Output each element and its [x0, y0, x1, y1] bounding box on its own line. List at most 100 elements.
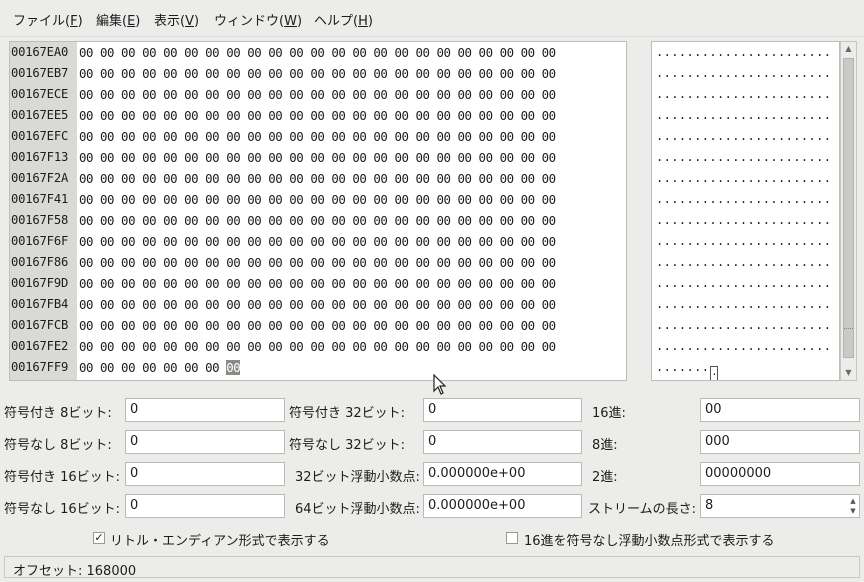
row-offset: 00167F86 [11, 255, 69, 269]
byte-values[interactable]: 00 00 00 00 00 00 00 00 00 00 00 00 00 0… [79, 108, 556, 123]
stream-length-spinner[interactable]: 8 ▲ ▼ [700, 494, 860, 518]
ascii-row[interactable]: ....................... [656, 336, 831, 357]
menu-view[interactable]: 表示(V) [154, 10, 199, 29]
row-offset: 00167ECE [11, 87, 69, 101]
stream-length-value: 8 [705, 498, 714, 513]
signed-32bit-field[interactable]: 0 [423, 398, 582, 422]
menu-file[interactable]: ファイル(F) [13, 10, 83, 29]
row-offset: 00167EE5 [11, 108, 69, 122]
ascii-row[interactable]: ....................... [656, 231, 831, 252]
ascii-row[interactable]: ....................... [656, 252, 831, 273]
float64-label: 64ビット浮動小数点: [295, 502, 420, 517]
byte-values[interactable]: 00 00 00 00 00 00 00 00 00 00 00 00 00 0… [79, 171, 556, 186]
scroll-up-arrow-icon[interactable]: ▲ [841, 42, 856, 56]
byte-values[interactable]: 00 00 00 00 00 00 00 00 00 00 00 00 00 0… [79, 66, 556, 81]
row-bytes[interactable]: 00 00 00 00 00 00 00 00 00 00 00 00 00 0… [79, 231, 556, 252]
vertical-scrollbar[interactable]: ▲ ▼ [840, 41, 857, 381]
ascii-row[interactable]: ....................... [656, 105, 831, 126]
row-bytes[interactable]: 00 00 00 00 00 00 00 00 00 00 00 00 00 0… [79, 210, 556, 231]
ascii-row[interactable]: ....................... [656, 126, 831, 147]
scroll-down-arrow-icon[interactable]: ▼ [841, 366, 856, 380]
byte-values[interactable]: 00 00 00 00 00 00 00 00 00 00 00 00 00 0… [79, 150, 556, 165]
signed-8bit-label: 符号付き 8ビット: [4, 406, 112, 421]
ascii-row[interactable]: ....................... [656, 315, 831, 336]
row-bytes[interactable]: 00 00 00 00 00 00 00 00 00 00 00 00 00 0… [79, 126, 556, 147]
row-bytes[interactable]: 00 00 00 00 00 00 00 00 00 00 00 00 00 0… [79, 273, 556, 294]
float32-label: 32ビット浮動小数点: [295, 470, 420, 485]
binary-field[interactable]: 00000000 [700, 462, 860, 486]
unsigned-32bit-label: 符号なし 32ビット: [289, 438, 406, 453]
ascii-chars[interactable]: ....... [656, 360, 709, 374]
ascii-row[interactable]: ....................... [656, 63, 831, 84]
row-bytes[interactable]: 00 00 00 00 00 00 00 00 [79, 357, 241, 378]
scrollbar-thumb[interactable] [843, 58, 854, 358]
unsigned-hex-float-label[interactable]: 16進を符号なし浮動小数点形式で表示する [524, 530, 775, 549]
octal-field[interactable]: 000 [700, 430, 860, 454]
row-bytes[interactable]: 00 00 00 00 00 00 00 00 00 00 00 00 00 0… [79, 252, 556, 273]
hex-view[interactable]: 00167EA0 00 00 00 00 00 00 00 00 00 00 00… [9, 41, 627, 381]
row-bytes[interactable]: 00 00 00 00 00 00 00 00 00 00 00 00 00 0… [79, 42, 556, 63]
binary-label: 2進: [592, 470, 618, 485]
cursor-byte[interactable]: 00 [226, 360, 241, 375]
ascii-row[interactable]: ....................... [656, 189, 831, 210]
mouse-pointer-icon [433, 374, 447, 395]
unsigned-16bit-field[interactable]: 0 [125, 494, 285, 518]
ascii-row[interactable]: ....................... [656, 42, 831, 63]
row-bytes[interactable]: 00 00 00 00 00 00 00 00 00 00 00 00 00 0… [79, 336, 556, 357]
unsigned-8bit-field[interactable]: 0 [125, 430, 285, 454]
row-bytes[interactable]: 00 00 00 00 00 00 00 00 00 00 00 00 00 0… [79, 63, 556, 84]
row-offset: 00167F2A [11, 171, 69, 185]
ascii-row[interactable]: ........ [656, 357, 719, 380]
status-bar: オフセット: 168000 [4, 556, 860, 579]
little-endian-label[interactable]: リトル・エンディアン形式で表示する [110, 530, 330, 549]
row-bytes[interactable]: 00 00 00 00 00 00 00 00 00 00 00 00 00 0… [79, 168, 556, 189]
ascii-row[interactable]: ....................... [656, 168, 831, 189]
byte-values[interactable]: 00 00 00 00 00 00 00 00 00 00 00 00 00 0… [79, 339, 556, 354]
menu-help[interactable]: ヘルプ(H) [314, 10, 373, 29]
signed-16bit-label: 符号付き 16ビット: [4, 470, 121, 485]
byte-values[interactable]: 00 00 00 00 00 00 00 00 00 00 00 00 00 0… [79, 276, 556, 291]
byte-values[interactable]: 00 00 00 00 00 00 00 00 00 00 00 00 00 0… [79, 45, 556, 60]
byte-values[interactable]: 00 00 00 00 00 00 00 [79, 360, 226, 375]
stream-length-label: ストリームの長さ: [588, 502, 696, 517]
byte-values[interactable]: 00 00 00 00 00 00 00 00 00 00 00 00 00 0… [79, 213, 556, 228]
row-bytes[interactable]: 00 00 00 00 00 00 00 00 00 00 00 00 00 0… [79, 105, 556, 126]
signed-8bit-field[interactable]: 0 [125, 398, 285, 422]
ascii-row[interactable]: ....................... [656, 147, 831, 168]
row-offset: 00167F58 [11, 213, 69, 227]
float32-field[interactable]: 0.000000e+00 [423, 462, 582, 486]
row-offset: 00167F41 [11, 192, 69, 206]
byte-values[interactable]: 00 00 00 00 00 00 00 00 00 00 00 00 00 0… [79, 318, 556, 333]
row-bytes[interactable]: 00 00 00 00 00 00 00 00 00 00 00 00 00 0… [79, 294, 556, 315]
row-offset: 00167EFC [11, 129, 69, 143]
scrollbar-grip [844, 328, 853, 349]
ascii-row[interactable]: ....................... [656, 210, 831, 231]
ascii-row[interactable]: ....................... [656, 84, 831, 105]
octal-label: 8進: [592, 438, 618, 453]
menu-window[interactable]: ウィンドウ(W) [214, 10, 302, 29]
unsigned-32bit-field[interactable]: 0 [423, 430, 582, 454]
menu-edit[interactable]: 編集(E) [96, 10, 140, 29]
row-bytes[interactable]: 00 00 00 00 00 00 00 00 00 00 00 00 00 0… [79, 84, 556, 105]
byte-values[interactable]: 00 00 00 00 00 00 00 00 00 00 00 00 00 0… [79, 255, 556, 270]
byte-values[interactable]: 00 00 00 00 00 00 00 00 00 00 00 00 00 0… [79, 234, 556, 249]
unsigned-hex-float-checkbox[interactable] [506, 532, 518, 544]
byte-values[interactable]: 00 00 00 00 00 00 00 00 00 00 00 00 00 0… [79, 87, 556, 102]
ascii-cursor[interactable]: . [710, 366, 719, 380]
byte-values[interactable]: 00 00 00 00 00 00 00 00 00 00 00 00 00 0… [79, 129, 556, 144]
hex-field[interactable]: 00 [700, 398, 860, 422]
ascii-view[interactable]: ........................................… [651, 41, 840, 381]
row-bytes[interactable]: 00 00 00 00 00 00 00 00 00 00 00 00 00 0… [79, 189, 556, 210]
unsigned-8bit-label: 符号なし 8ビット: [4, 438, 112, 453]
ascii-row[interactable]: ....................... [656, 273, 831, 294]
little-endian-checkbox[interactable]: ✓ [93, 532, 105, 544]
row-bytes[interactable]: 00 00 00 00 00 00 00 00 00 00 00 00 00 0… [79, 315, 556, 336]
byte-values[interactable]: 00 00 00 00 00 00 00 00 00 00 00 00 00 0… [79, 297, 556, 312]
row-bytes[interactable]: 00 00 00 00 00 00 00 00 00 00 00 00 00 0… [79, 147, 556, 168]
signed-16bit-field[interactable]: 0 [125, 462, 285, 486]
spinner-arrows-icon[interactable]: ▲ ▼ [848, 496, 858, 516]
row-offset: 00167EA0 [11, 45, 69, 59]
ascii-row[interactable]: ....................... [656, 294, 831, 315]
float64-field[interactable]: 0.000000e+00 [423, 494, 582, 518]
byte-values[interactable]: 00 00 00 00 00 00 00 00 00 00 00 00 00 0… [79, 192, 556, 207]
